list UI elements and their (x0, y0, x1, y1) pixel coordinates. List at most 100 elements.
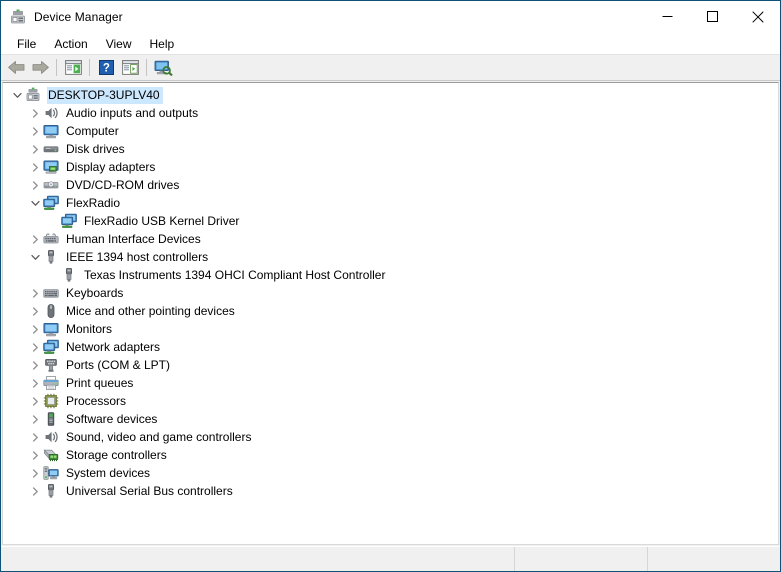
menu-bar: File Action View Help (1, 33, 780, 55)
chevron-right-icon[interactable] (27, 230, 43, 248)
menu-view[interactable]: View (97, 35, 141, 53)
device-manager-icon (10, 9, 26, 25)
chevron-right-icon[interactable] (27, 356, 43, 374)
tree-node-label: Display adapters (66, 159, 156, 174)
chevron-down-icon[interactable] (27, 194, 43, 212)
status-cell-2 (514, 547, 647, 571)
tree-node[interactable]: Mice and other pointing devices (3, 302, 778, 320)
tree-node-label: Keyboards (66, 285, 124, 300)
scan-for-hardware-changes-button[interactable] (151, 57, 175, 79)
chevron-right-icon[interactable] (27, 320, 43, 338)
mouse-icon (43, 303, 59, 319)
device-tree-pane[interactable]: DESKTOP-3UPLV40 Audio inputs and outputs… (2, 82, 779, 545)
tree-node[interactable]: Universal Serial Bus controllers (3, 482, 778, 500)
menu-action[interactable]: Action (45, 35, 96, 53)
display-adapter-icon (43, 159, 59, 175)
scan-hardware-icon (154, 60, 173, 76)
tree-node[interactable]: System devices (3, 464, 778, 482)
chevron-right-icon[interactable] (27, 302, 43, 320)
chevron-right-icon[interactable] (27, 374, 43, 392)
chevron-right-icon[interactable] (27, 464, 43, 482)
status-text-2 (515, 547, 647, 557)
tree-node[interactable]: Ports (COM & LPT) (3, 356, 778, 374)
status-text-main (1, 547, 514, 557)
tree-node[interactable]: Human Interface Devices (3, 230, 778, 248)
monitor-icon (43, 321, 59, 337)
status-bar (1, 546, 780, 571)
title-bar[interactable]: Device Manager (1, 1, 780, 33)
tree-node-label: FlexRadio USB Kernel Driver (84, 213, 240, 228)
chevron-down-icon[interactable] (27, 248, 43, 266)
keyboard-icon (43, 285, 59, 301)
chevron-right-icon[interactable] (27, 104, 43, 122)
caption-buttons (645, 1, 780, 33)
tree-node[interactable]: DVD/CD-ROM drives (3, 176, 778, 194)
help-button[interactable]: ? (94, 57, 118, 79)
tree-node[interactable]: Sound, video and game controllers (3, 428, 778, 446)
properties-button[interactable] (118, 57, 142, 79)
tree-node-label: FlexRadio (66, 195, 121, 210)
tree-node-label: Texas Instruments 1394 OHCI Compliant Ho… (84, 267, 386, 282)
tree-node-label: Universal Serial Bus controllers (66, 483, 233, 498)
chevron-right-icon[interactable] (27, 482, 43, 500)
tree-node[interactable]: Print queues (3, 374, 778, 392)
speaker-icon (43, 429, 59, 445)
menu-file[interactable]: File (8, 35, 45, 53)
chevron-right-icon[interactable] (27, 410, 43, 428)
close-button[interactable] (735, 1, 780, 32)
show-hide-console-tree-button[interactable] (61, 57, 85, 79)
chevron-right-icon[interactable] (27, 428, 43, 446)
network-device-icon (43, 195, 59, 211)
tree-node[interactable]: Software devices (3, 410, 778, 428)
maximize-button[interactable] (690, 1, 735, 32)
tree-node[interactable]: Display adapters (3, 158, 778, 176)
chevron-right-icon[interactable] (27, 122, 43, 140)
tree-node[interactable]: Storage controllers (3, 446, 778, 464)
tree-node-label: Processors (66, 393, 127, 408)
system-device-icon (43, 465, 59, 481)
network-device-icon (43, 339, 59, 355)
chevron-right-icon[interactable] (27, 338, 43, 356)
tree-node-label: DVD/CD-ROM drives (66, 177, 180, 192)
minimize-button[interactable] (645, 1, 690, 32)
port-icon (43, 357, 59, 373)
tree-node[interactable]: Texas Instruments 1394 OHCI Compliant Ho… (3, 266, 778, 284)
tree-node[interactable]: Keyboards (3, 284, 778, 302)
chevron-right-icon[interactable] (27, 158, 43, 176)
back-button[interactable] (4, 57, 28, 79)
toolbar-separator-1 (56, 59, 57, 76)
tree-node[interactable]: Computer (3, 122, 778, 140)
tree-node-label: Ports (COM & LPT) (66, 357, 171, 372)
chevron-right-icon[interactable] (27, 446, 43, 464)
tree-node[interactable]: DESKTOP-3UPLV40 (3, 86, 778, 104)
toolbar-separator-2 (89, 59, 90, 76)
chevron-down-icon[interactable] (9, 86, 25, 104)
printer-icon (43, 375, 59, 391)
chevron-right-icon[interactable] (27, 392, 43, 410)
tree-node-label: System devices (66, 465, 151, 480)
chevron-right-icon[interactable] (27, 140, 43, 158)
tree-node[interactable]: Processors (3, 392, 778, 410)
processor-icon (43, 393, 59, 409)
status-text-3 (648, 547, 780, 557)
menu-help[interactable]: Help (141, 35, 184, 53)
tree-node[interactable]: FlexRadio USB Kernel Driver (3, 212, 778, 230)
hid-icon (43, 231, 59, 247)
tree-node[interactable]: Monitors (3, 320, 778, 338)
chevron-right-icon[interactable] (27, 284, 43, 302)
tree-node[interactable]: Audio inputs and outputs (3, 104, 778, 122)
tree-node[interactable]: Disk drives (3, 140, 778, 158)
console-tree-icon (64, 60, 82, 75)
device-tree: DESKTOP-3UPLV40 Audio inputs and outputs… (3, 86, 778, 500)
tree-node-label: Monitors (66, 321, 113, 336)
chevron-right-icon[interactable] (27, 176, 43, 194)
device-manager-window: Device Manager File Action View Help ? D… (0, 0, 781, 572)
tree-node[interactable]: IEEE 1394 host controllers (3, 248, 778, 266)
arrow-right-icon (32, 61, 49, 74)
properties-window-icon (121, 60, 139, 75)
tree-node[interactable]: Network adapters (3, 338, 778, 356)
tree-node[interactable]: FlexRadio (3, 194, 778, 212)
tree-node-label: Human Interface Devices (66, 231, 201, 246)
toolbar-separator-3 (146, 59, 147, 76)
forward-button[interactable] (28, 57, 52, 79)
